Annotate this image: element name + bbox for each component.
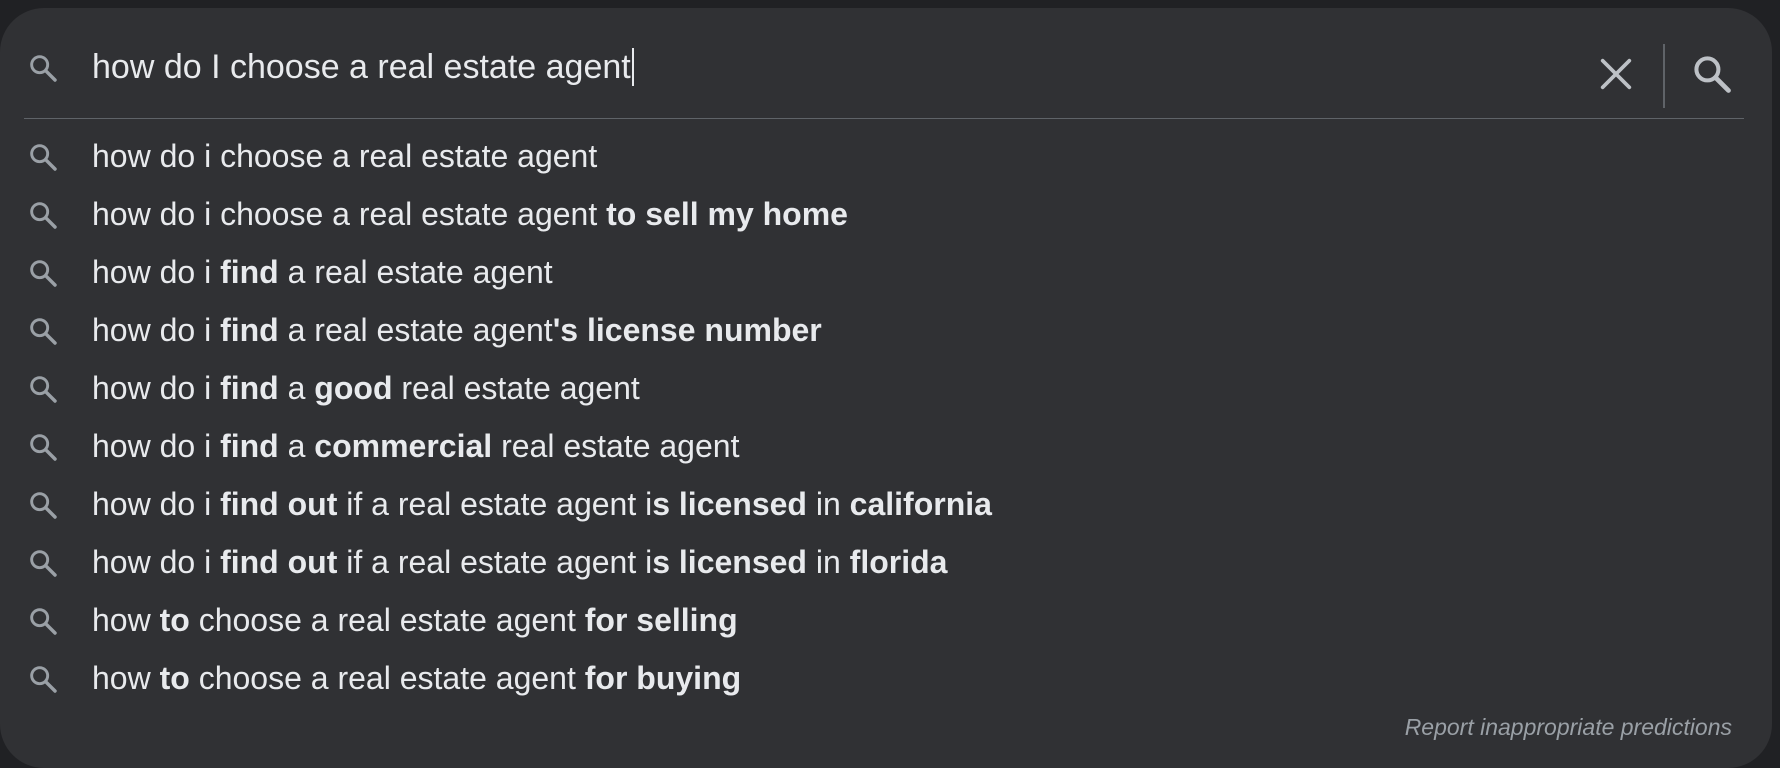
search-icon xyxy=(27,199,59,231)
clear-button[interactable] xyxy=(1596,54,1636,94)
suggestion-part: how do i choose a real estate agent xyxy=(92,138,598,174)
suggestion-bold-part: find out xyxy=(220,544,338,580)
autocomplete-panel: how do I choose a real estate agent how … xyxy=(0,8,1772,768)
suggestion-item[interactable]: how do i choose a real estate agent xyxy=(0,128,1772,186)
suggestion-bold-part: s licensed xyxy=(652,486,807,522)
suggestion-item[interactable]: how do i find out if a real estate agent… xyxy=(0,476,1772,534)
suggestion-part: in xyxy=(806,544,850,580)
suggestion-part: how do i xyxy=(92,544,221,580)
suggestion-bold-part: to sell my home xyxy=(606,196,848,232)
search-button[interactable] xyxy=(1690,52,1734,96)
suggestion-part: a real estate agent xyxy=(278,312,553,348)
suggestion-text: how to choose a real estate agent for bu… xyxy=(92,657,741,699)
suggestion-bold-part: for selling xyxy=(584,602,738,638)
suggestion-text: how do i find a real estate agent xyxy=(92,251,553,293)
search-icon xyxy=(27,663,59,695)
search-icon xyxy=(27,605,59,637)
suggestion-part: how do i xyxy=(92,428,221,464)
suggestion-item[interactable]: how to choose a real estate agent for se… xyxy=(0,592,1772,650)
suggestion-part: real estate agent xyxy=(492,428,740,464)
suggestion-part: real estate agent xyxy=(392,370,640,406)
suggestion-bold-part: find out xyxy=(220,486,338,522)
suggestion-part: how do i xyxy=(92,486,221,522)
suggestion-item[interactable]: how do i find a real estate agent's lice… xyxy=(0,302,1772,360)
search-icon xyxy=(27,547,59,579)
suggestion-part: how xyxy=(92,660,160,696)
horizontal-divider xyxy=(24,118,1744,119)
suggestion-part: how do i xyxy=(92,370,221,406)
search-icon xyxy=(27,315,59,347)
suggestion-bold-part: to xyxy=(159,660,190,696)
report-predictions-link[interactable]: Report inappropriate predictions xyxy=(1405,714,1732,741)
suggestion-part: choose a real estate agent xyxy=(189,602,585,638)
suggestion-part: if a real estate agent i xyxy=(337,544,653,580)
suggestion-bold-part: california xyxy=(849,486,992,522)
suggestion-part: in xyxy=(806,486,850,522)
suggestion-bold-part: s licensed xyxy=(652,544,807,580)
suggestion-part: a xyxy=(278,370,315,406)
suggestion-list: how do i choose a real estate agent how d… xyxy=(0,128,1772,708)
vertical-divider xyxy=(1663,44,1665,108)
suggestion-text: how do i find out if a real estate agent… xyxy=(92,483,992,525)
suggestion-part: how do i xyxy=(92,312,221,348)
suggestion-bold-part: commercial xyxy=(314,428,493,464)
search-query-text: how do I choose a real estate agent xyxy=(92,48,631,86)
suggestion-text: how do i find a real estate agent's lice… xyxy=(92,309,822,351)
search-icon xyxy=(27,431,59,463)
suggestion-item[interactable]: how do i find out if a real estate agent… xyxy=(0,534,1772,592)
suggestion-bold-part: florida xyxy=(849,544,948,580)
suggestion-item[interactable]: how to choose a real estate agent for bu… xyxy=(0,650,1772,708)
close-icon xyxy=(1596,58,1636,98)
suggestion-item[interactable]: how do i find a good real estate agent xyxy=(0,360,1772,418)
suggestion-item[interactable]: how do i choose a real estate agent to s… xyxy=(0,186,1772,244)
suggestion-bold-part: for buying xyxy=(584,660,742,696)
suggestion-part: if a real estate agent i xyxy=(337,486,653,522)
search-icon xyxy=(27,489,59,521)
suggestion-bold-part: find xyxy=(220,254,279,290)
suggestion-part: how do i xyxy=(92,254,221,290)
suggestion-part: how xyxy=(92,602,160,638)
suggestion-text: how do i find a good real estate agent xyxy=(92,367,640,409)
suggestion-part: a xyxy=(278,428,315,464)
suggestion-text: how do i find a commercial real estate a… xyxy=(92,425,739,467)
suggestion-text: how do i choose a real estate agent to s… xyxy=(92,193,848,235)
suggestion-bold-part: find xyxy=(220,370,279,406)
suggestion-bold-part: find xyxy=(220,312,279,348)
search-icon xyxy=(27,52,59,84)
suggestion-text: how to choose a real estate agent for se… xyxy=(92,599,738,641)
text-caret xyxy=(631,48,634,86)
suggestion-bold-part: find xyxy=(220,428,279,464)
suggestion-bold-part: 's license number xyxy=(552,312,822,348)
suggestion-part: choose a real estate agent xyxy=(189,660,585,696)
search-icon xyxy=(27,257,59,289)
suggestion-item[interactable]: how do i find a commercial real estate a… xyxy=(0,418,1772,476)
suggestion-item[interactable]: how do i find a real estate agent xyxy=(0,244,1772,302)
suggestion-part: how do i choose a real estate agent xyxy=(92,196,607,232)
suggestion-text: how do i find out if a real estate agent… xyxy=(92,541,947,583)
search-input[interactable]: how do I choose a real estate agent xyxy=(92,45,634,89)
search-icon xyxy=(27,141,59,173)
suggestion-bold-part: to xyxy=(159,602,190,638)
search-icon xyxy=(1690,56,1734,100)
suggestion-bold-part: good xyxy=(314,370,393,406)
suggestion-part: a real estate agent xyxy=(278,254,553,290)
search-icon xyxy=(27,373,59,405)
suggestion-text: how do i choose a real estate agent xyxy=(92,135,597,177)
search-bar: how do I choose a real estate agent xyxy=(0,16,1772,120)
